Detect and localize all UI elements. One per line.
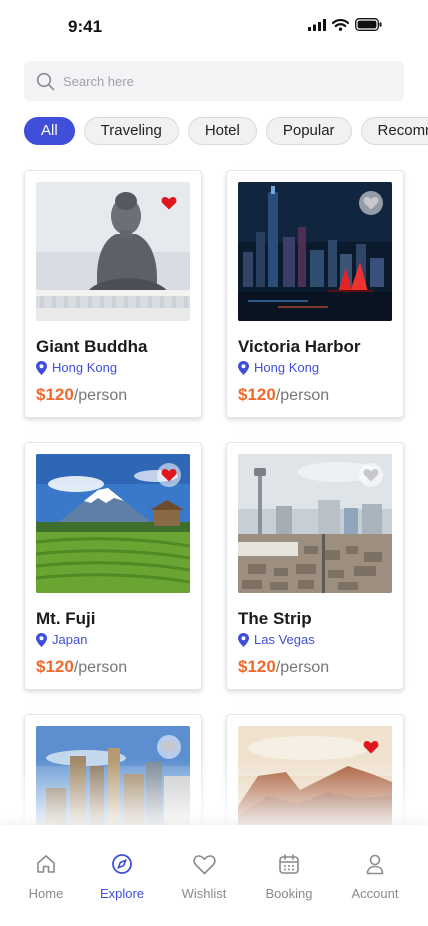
wifi-icon	[332, 18, 349, 31]
heart-icon	[363, 197, 379, 210]
location-label: Hong Kong	[52, 360, 118, 375]
heart-filled-icon	[161, 197, 177, 210]
card-price: $120/person	[238, 385, 329, 405]
nav-label: Wishlist	[181, 886, 227, 901]
favorite-button[interactable]	[359, 735, 383, 759]
destination-card[interactable]: Giant Buddha Hong Kong $120/person	[24, 170, 202, 418]
home-icon	[37, 855, 55, 873]
location-pin-icon	[238, 632, 249, 647]
destination-card[interactable]: The Strip Las Vegas $120/person	[226, 442, 404, 690]
favorite-button[interactable]	[359, 191, 383, 215]
bottom-nav: Home Explore Wishlist Booking Account	[0, 825, 428, 926]
heart-icon	[161, 741, 177, 754]
explore-screen: 9:41 Search here All Traveling Hotel Pop…	[0, 0, 428, 926]
chip-popular[interactable]: Popular	[265, 117, 352, 145]
destination-image	[36, 454, 190, 593]
favorite-button[interactable]	[359, 463, 383, 487]
card-price: $120/person	[36, 385, 127, 405]
card-location: Hong Kong	[36, 360, 117, 375]
heart-icon	[363, 469, 379, 482]
calendar-icon	[279, 854, 299, 874]
card-location: Hong Kong	[238, 360, 319, 375]
search-icon	[36, 72, 55, 90]
search-bar[interactable]	[24, 61, 404, 101]
search-input[interactable]	[63, 73, 363, 89]
destination-image	[238, 454, 392, 593]
chip-recommended[interactable]: Recommended	[360, 117, 428, 145]
user-icon	[366, 854, 384, 875]
location-label: Las Vegas	[254, 632, 315, 647]
nav-label: Home	[28, 886, 64, 901]
favorite-button[interactable]	[157, 463, 181, 487]
heart-icon	[192, 854, 216, 874]
chip-all[interactable]: All	[24, 117, 75, 145]
nav-label: Explore	[99, 886, 145, 901]
price-suffix: /person	[73, 659, 128, 676]
card-title: Giant Buddha	[36, 337, 148, 356]
price-amount: $120	[238, 385, 276, 404]
card-title: Victoria Harbor	[238, 337, 361, 356]
card-title: Mt. Fuji	[36, 609, 96, 628]
status-icons	[308, 18, 382, 31]
price-suffix: /person	[73, 387, 128, 404]
favorite-button[interactable]	[157, 191, 181, 215]
nav-account[interactable]: Account	[335, 852, 415, 901]
heart-filled-icon	[363, 741, 379, 754]
nav-label: Booking	[265, 886, 313, 901]
signal-icon	[308, 18, 326, 31]
location-label: Hong Kong	[254, 360, 320, 375]
favorite-button[interactable]	[157, 735, 181, 759]
location-label: Japan	[52, 632, 88, 647]
price-suffix: /person	[275, 387, 330, 404]
card-location: Japan	[36, 632, 87, 647]
destination-card[interactable]: Victoria Harbor Hong Kong $120/person	[226, 170, 404, 418]
card-price: $120/person	[238, 657, 329, 677]
battery-icon	[355, 18, 382, 31]
chip-hotel[interactable]: Hotel	[187, 117, 257, 145]
location-pin-icon	[238, 360, 249, 375]
compass-icon	[112, 854, 132, 874]
card-title: The Strip	[238, 609, 312, 628]
status-time: 9:41	[68, 17, 103, 36]
price-amount: $120	[36, 657, 74, 676]
nav-label: Account	[351, 886, 399, 901]
price-amount: $120	[238, 657, 276, 676]
status-bar: 9:41	[0, 0, 428, 52]
price-suffix: /person	[275, 659, 330, 676]
location-pin-icon	[36, 632, 47, 647]
nav-explore[interactable]: Explore	[82, 852, 162, 901]
heart-filled-icon	[161, 469, 177, 482]
price-amount: $120	[36, 385, 74, 404]
destination-image	[36, 182, 190, 321]
category-chips: All Traveling Hotel Popular Recommended	[24, 117, 428, 147]
chip-traveling[interactable]: Traveling	[83, 117, 179, 145]
nav-booking[interactable]: Booking	[249, 852, 329, 901]
nav-home[interactable]: Home	[6, 852, 86, 901]
card-location: Las Vegas	[238, 632, 315, 647]
scroll-fade	[0, 760, 428, 826]
destination-card[interactable]: Mt. Fuji Japan $120/person	[24, 442, 202, 690]
location-pin-icon	[36, 360, 47, 375]
destination-image	[238, 182, 392, 321]
card-price: $120/person	[36, 657, 127, 677]
nav-wishlist[interactable]: Wishlist	[164, 852, 244, 901]
